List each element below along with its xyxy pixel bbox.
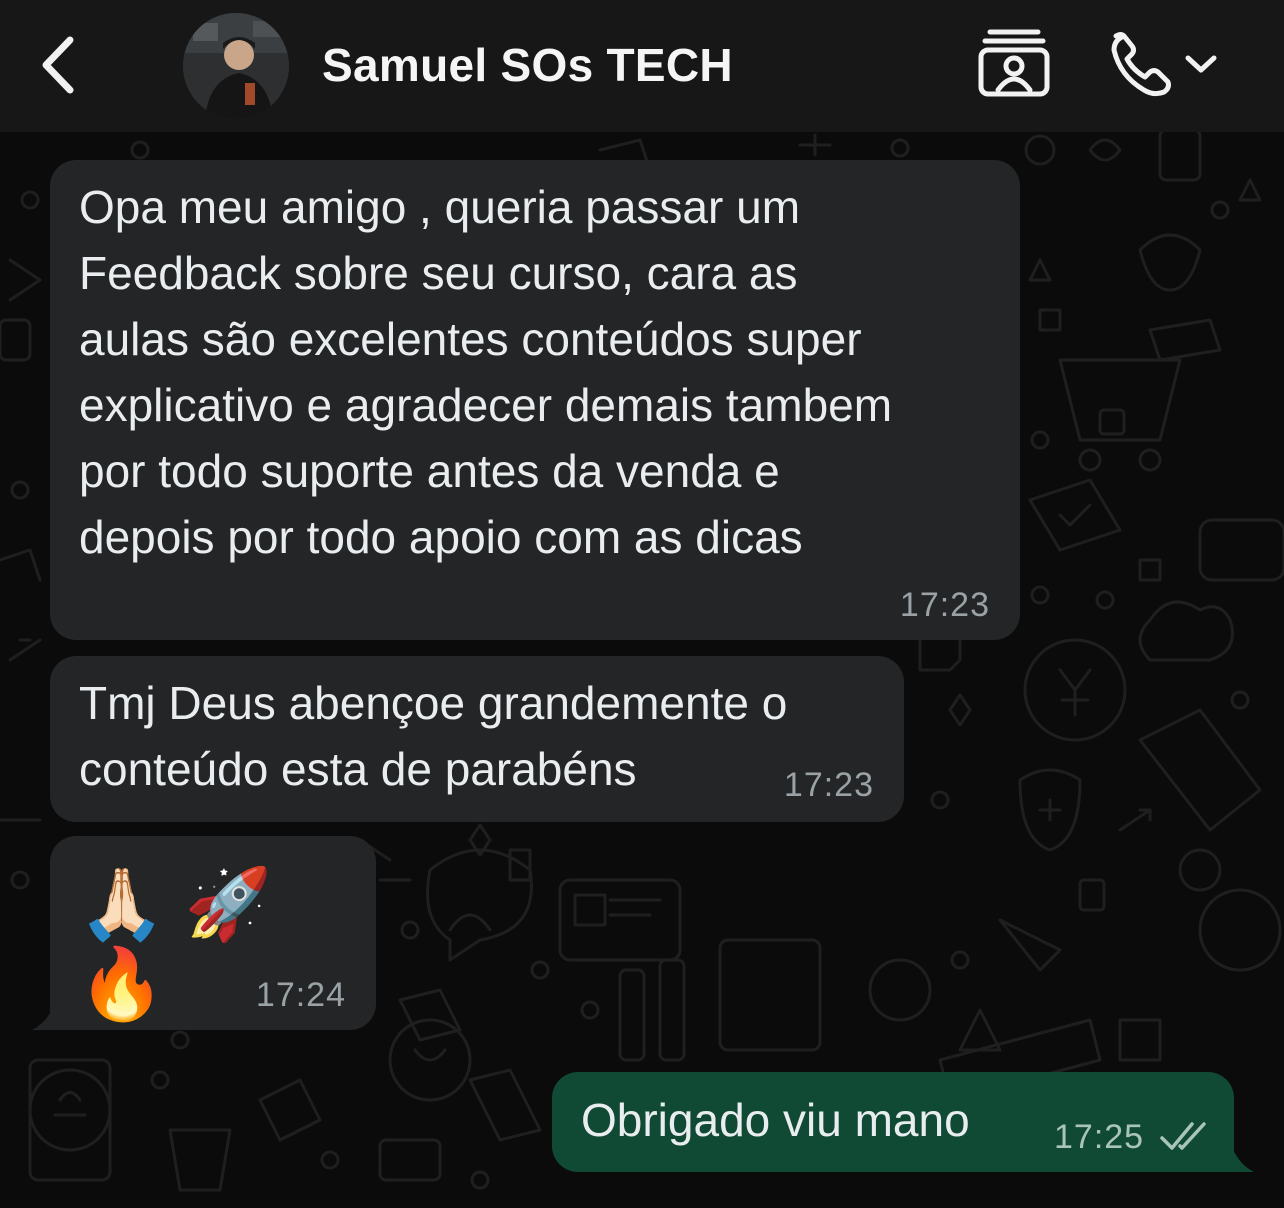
message-text: Opa meu amigo , queria passar um Feedbac… [79,181,893,563]
video-call-icon [978,29,1050,97]
contact-avatar[interactable] [183,13,289,119]
message-time: 17:23 [899,586,990,624]
incoming-message[interactable]: Tmj Deus abençoe grandemente o conteúdo … [50,656,904,822]
incoming-message[interactable]: Opa meu amigo , queria passar um Feedbac… [50,160,1020,640]
incoming-message[interactable]: 🙏🏻 🚀 🔥 17:24 [50,836,376,1030]
read-receipt-icon [1160,1122,1206,1150]
back-button[interactable] [34,30,84,100]
video-call-button[interactable] [976,26,1052,98]
chat-header: Samuel SOs TECH [0,0,1284,132]
phone-icon [1111,32,1171,97]
message-text: Obrigado viu mano [581,1094,970,1146]
chevron-left-icon [42,36,74,94]
chevron-down-icon [1185,55,1217,73]
voice-call-button[interactable] [1110,30,1220,100]
message-time: 17:23 [783,766,874,804]
contact-name[interactable]: Samuel SOs TECH [322,38,733,92]
message-time: 17:24 [255,976,346,1014]
message-text: Tmj Deus abençoe grandemente o conteúdo … [79,677,788,795]
message-time: 17:25 [1054,1118,1145,1156]
outgoing-message[interactable]: Obrigado viu mano 17:25 [552,1072,1234,1172]
